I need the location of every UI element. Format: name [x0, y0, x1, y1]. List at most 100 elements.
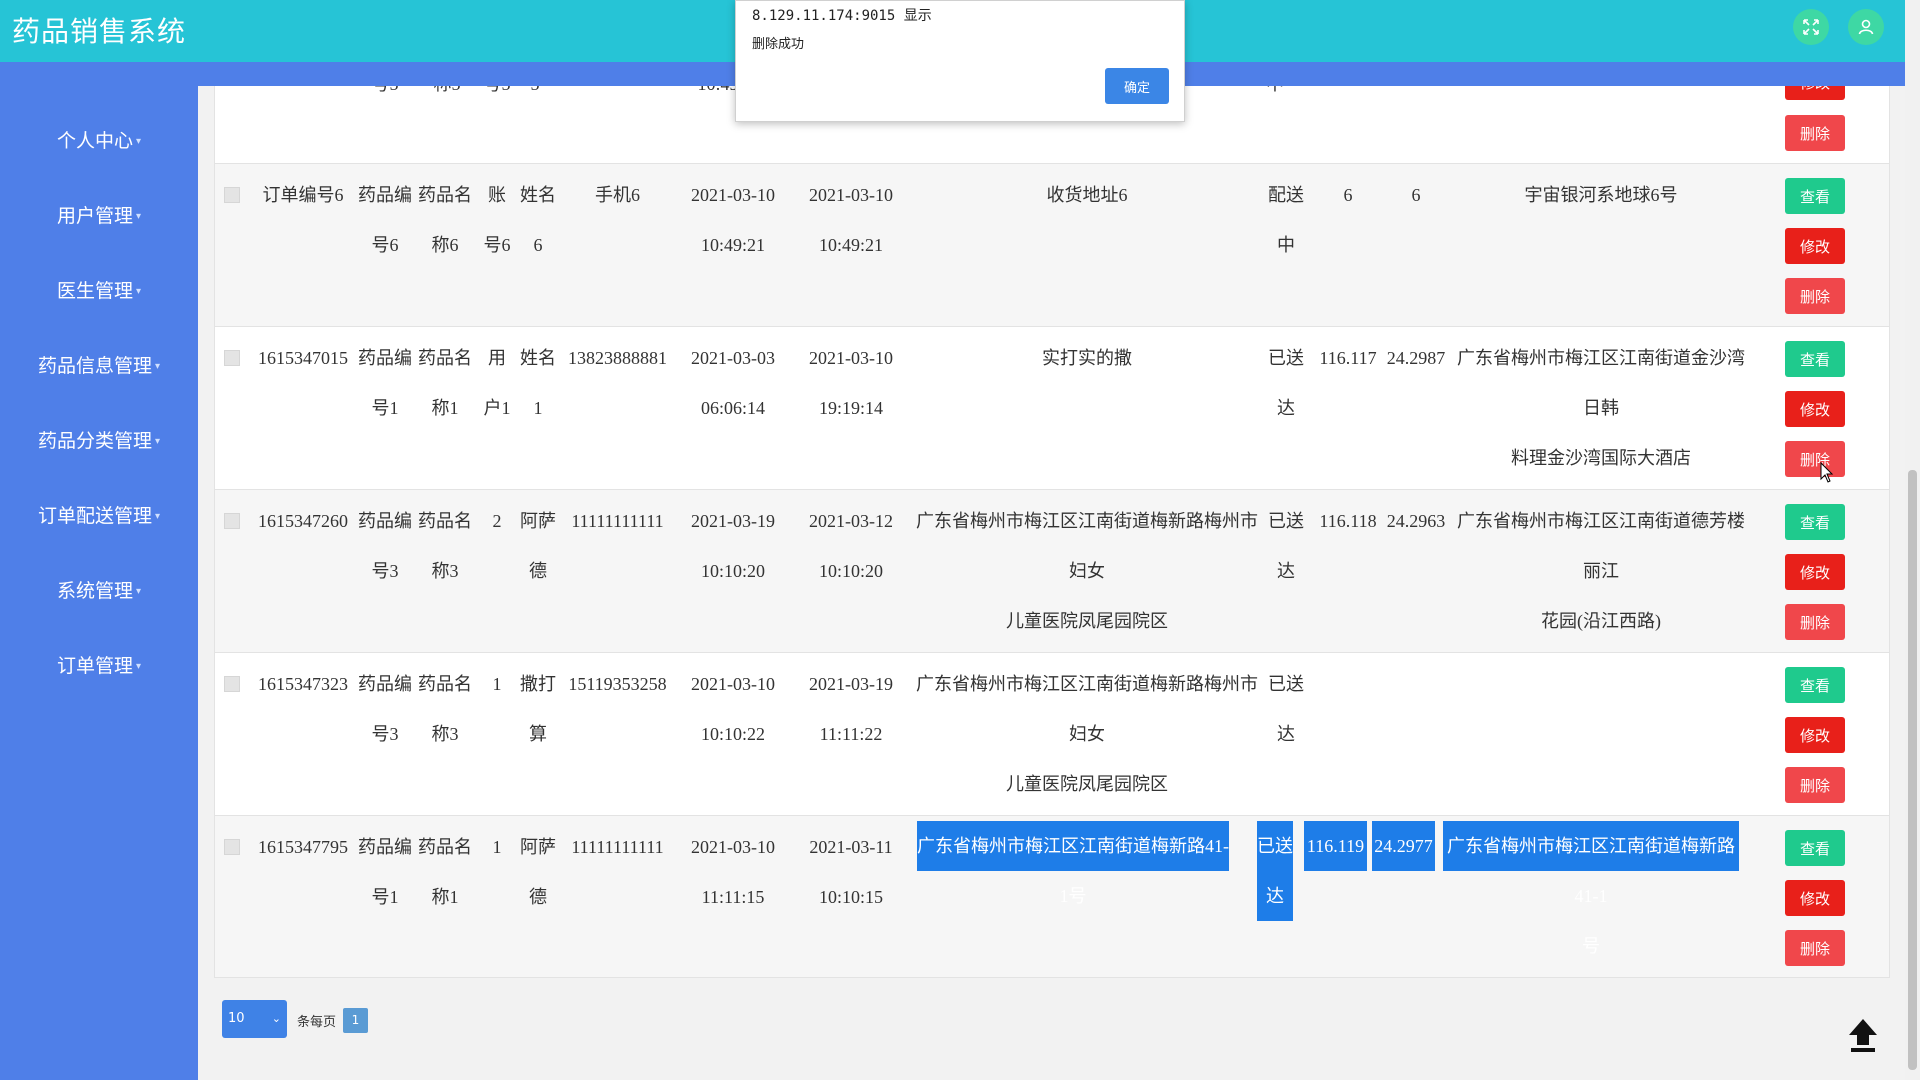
edit-button[interactable]: 修改 [1785, 86, 1845, 100]
caret-down-icon: ▾ [135, 136, 142, 147]
app-title: 药品销售系统 [12, 15, 187, 48]
page-size-label: 条每页 [297, 1015, 337, 1030]
cell-location: 广东省梅州市梅江区江南街道金沙湾日韩 料理金沙湾国际大酒店 [1457, 348, 1745, 468]
edit-button[interactable]: 修改 [1785, 391, 1845, 427]
cell-status: 中 [1255, 86, 1295, 109]
cell-date2: 2021-03-11 10:10:15 [809, 837, 893, 907]
cell-lng: 116.119 [1304, 821, 1367, 871]
main-content: 号5 称5 号5 5 10:49:2 中 修改 删除 订单编号6 药品编 号6 … [198, 86, 1905, 1080]
cell-status: 配送 中 [1268, 185, 1304, 255]
cell-location: 宇宙银河系地球6号 [1524, 185, 1678, 205]
cell-location: 广东省梅州市梅江区江南街道梅新路41-1 号 [1443, 821, 1739, 956]
cell-date2: 2021-03-12 10:10:20 [809, 511, 893, 581]
cell-date1: 2021-03-03 06:06:14 [691, 348, 775, 418]
sidebar-item-profile[interactable]: 个人中心 ▾ [0, 121, 198, 161]
page-size-value: 10 [228, 1011, 245, 1026]
cell-drug-no: 药品编 号3 [358, 511, 412, 581]
cell-address: 实打实的撒 [1042, 348, 1132, 368]
cell-phone: 11111111111 [571, 837, 664, 857]
cell-name: 阿萨 德 [520, 837, 556, 907]
row-checkbox[interactable] [224, 676, 240, 692]
fullscreen-button[interactable] [1793, 9, 1829, 45]
cell-order-no: 1615347015 [258, 348, 348, 368]
cell-date1: 2021-03-10 10:10:22 [691, 674, 775, 744]
cell-drug-name: 药品名 称6 [418, 185, 472, 255]
cell-address: 广东省梅州市梅江区江南街道梅新路梅州市妇女 儿童医院凤尾园院区 [916, 674, 1258, 794]
scrollbar-thumb[interactable] [1908, 470, 1917, 1070]
edit-button[interactable]: 修改 [1785, 880, 1845, 916]
cell-phone: 13823888881 [568, 348, 667, 368]
cell-drug-name: 药品名 称3 [418, 674, 472, 744]
cell-status: 已送 达 [1268, 511, 1304, 581]
cell-name: 姓名 6 [520, 185, 556, 255]
cell-date2: 2021-03-10 10:49:21 [809, 185, 893, 255]
dialog-message: 删除成功 [752, 37, 805, 52]
row-checkbox[interactable] [224, 839, 240, 855]
dialog-ok-button[interactable]: 确定 [1105, 68, 1169, 104]
sidebar-item-drug-category[interactable]: 药品分类管理 ▾ [0, 421, 198, 461]
page-size-select[interactable]: 10 ⌄ [222, 1000, 287, 1038]
row-checkbox[interactable] [224, 350, 240, 366]
cell-drug-name: 称5 [427, 86, 467, 109]
cell-drug-no: 药品编 号6 [358, 185, 412, 255]
cell-status: 已送 达 [1268, 674, 1304, 744]
delete-button[interactable]: 删除 [1785, 441, 1845, 477]
table-row: 1615347260 药品编 号3 药品名 称3 2 阿萨 德 11111111… [215, 490, 1889, 653]
cell-drug-no: 药品编 号1 [358, 837, 412, 907]
edit-button[interactable]: 修改 [1785, 554, 1845, 590]
cell-address: 广东省梅州市梅江区江南街道梅新路梅州市妇女 儿童医院凤尾园院区 [916, 511, 1258, 631]
sidebar-item-drug-info[interactable]: 药品信息管理 ▾ [0, 346, 198, 386]
delete-button[interactable]: 删除 [1785, 604, 1845, 640]
delete-button[interactable]: 删除 [1785, 115, 1845, 151]
back-to-top-icon[interactable] [1843, 1015, 1883, 1055]
cell-phone: 手机6 [595, 185, 640, 205]
cell-name: 撒打 算 [520, 674, 556, 744]
table-row: 订单编号6 药品编 号6 药品名 称6 账 号6 姓名 6 手机6 2021-0… [215, 164, 1889, 327]
cell-name: 姓名 1 [520, 348, 556, 418]
cell-lng: 116.118 [1319, 511, 1377, 531]
sidebar-item-users[interactable]: 用户管理 ▾ [0, 196, 198, 236]
edit-button[interactable]: 修改 [1785, 717, 1845, 753]
caret-down-icon: ▾ [154, 436, 161, 447]
cell-order-no: 1615347260 [258, 511, 348, 531]
sidebar-item-label: 药品分类管理 [37, 430, 152, 452]
sidebar-item-label: 订单管理 [56, 655, 133, 677]
sidebar: 个人中心 ▾ 用户管理 ▾ 医生管理 ▾ 药品信息管理 ▾ 药品分类管理 ▾ 订单配送管理… [0, 62, 198, 1080]
cell-location: 广东省梅州市梅江区江南街道德芳楼丽江 花园(沿江西路) [1457, 511, 1745, 631]
sidebar-item-system[interactable]: 系统管理 ▾ [0, 571, 198, 611]
cell-name: 阿萨 德 [520, 511, 556, 581]
sidebar-item-orders[interactable]: 订单管理 ▾ [0, 646, 198, 686]
cell-order-no: 订单编号6 [262, 185, 344, 205]
page-scrollbar[interactable] [1905, 0, 1920, 1080]
alert-dialog: 8.129.11.174:9015 显示 删除成功 确定 [735, 0, 1185, 122]
cell-phone: 15119353258 [568, 674, 667, 694]
view-button[interactable]: 查看 [1785, 830, 1845, 866]
cell-drug-no: 号5 [365, 86, 405, 109]
table-row: 1615347323 药品编 号3 药品名 称3 1 撒打 算 15119353… [215, 653, 1889, 816]
cell-address: 收货地址6 [1046, 185, 1128, 205]
delete-button[interactable]: 删除 [1785, 930, 1845, 966]
cell-date1: 2021-03-10 11:11:15 [691, 837, 775, 907]
cell-order-no: 1615347795 [258, 837, 348, 857]
cell-date1: 2021-03-19 10:10:20 [691, 511, 775, 581]
page-number-button[interactable]: 1 [343, 1008, 368, 1033]
delete-button[interactable]: 删除 [1785, 767, 1845, 803]
view-button[interactable]: 查看 [1785, 341, 1845, 377]
cell-account: 号5 [477, 86, 517, 109]
delete-button[interactable]: 删除 [1785, 278, 1845, 314]
edit-button[interactable]: 修改 [1785, 228, 1845, 264]
view-button[interactable]: 查看 [1785, 667, 1845, 703]
sidebar-item-doctors[interactable]: 医生管理 ▾ [0, 271, 198, 311]
row-checkbox[interactable] [224, 187, 240, 203]
caret-down-icon: ▾ [135, 661, 142, 672]
user-button[interactable] [1848, 9, 1884, 45]
view-button[interactable]: 查看 [1785, 504, 1845, 540]
sidebar-item-delivery[interactable]: 订单配送管理 ▾ [0, 496, 198, 536]
cell-lat: 24.2977 [1372, 821, 1435, 871]
row-checkbox[interactable] [224, 513, 240, 529]
cell-drug-name: 药品名 称3 [418, 511, 472, 581]
user-icon [1858, 19, 1874, 35]
cell-status: 已送 达 [1268, 348, 1304, 418]
cell-account: 2 [492, 511, 502, 531]
view-button[interactable]: 查看 [1785, 178, 1845, 214]
